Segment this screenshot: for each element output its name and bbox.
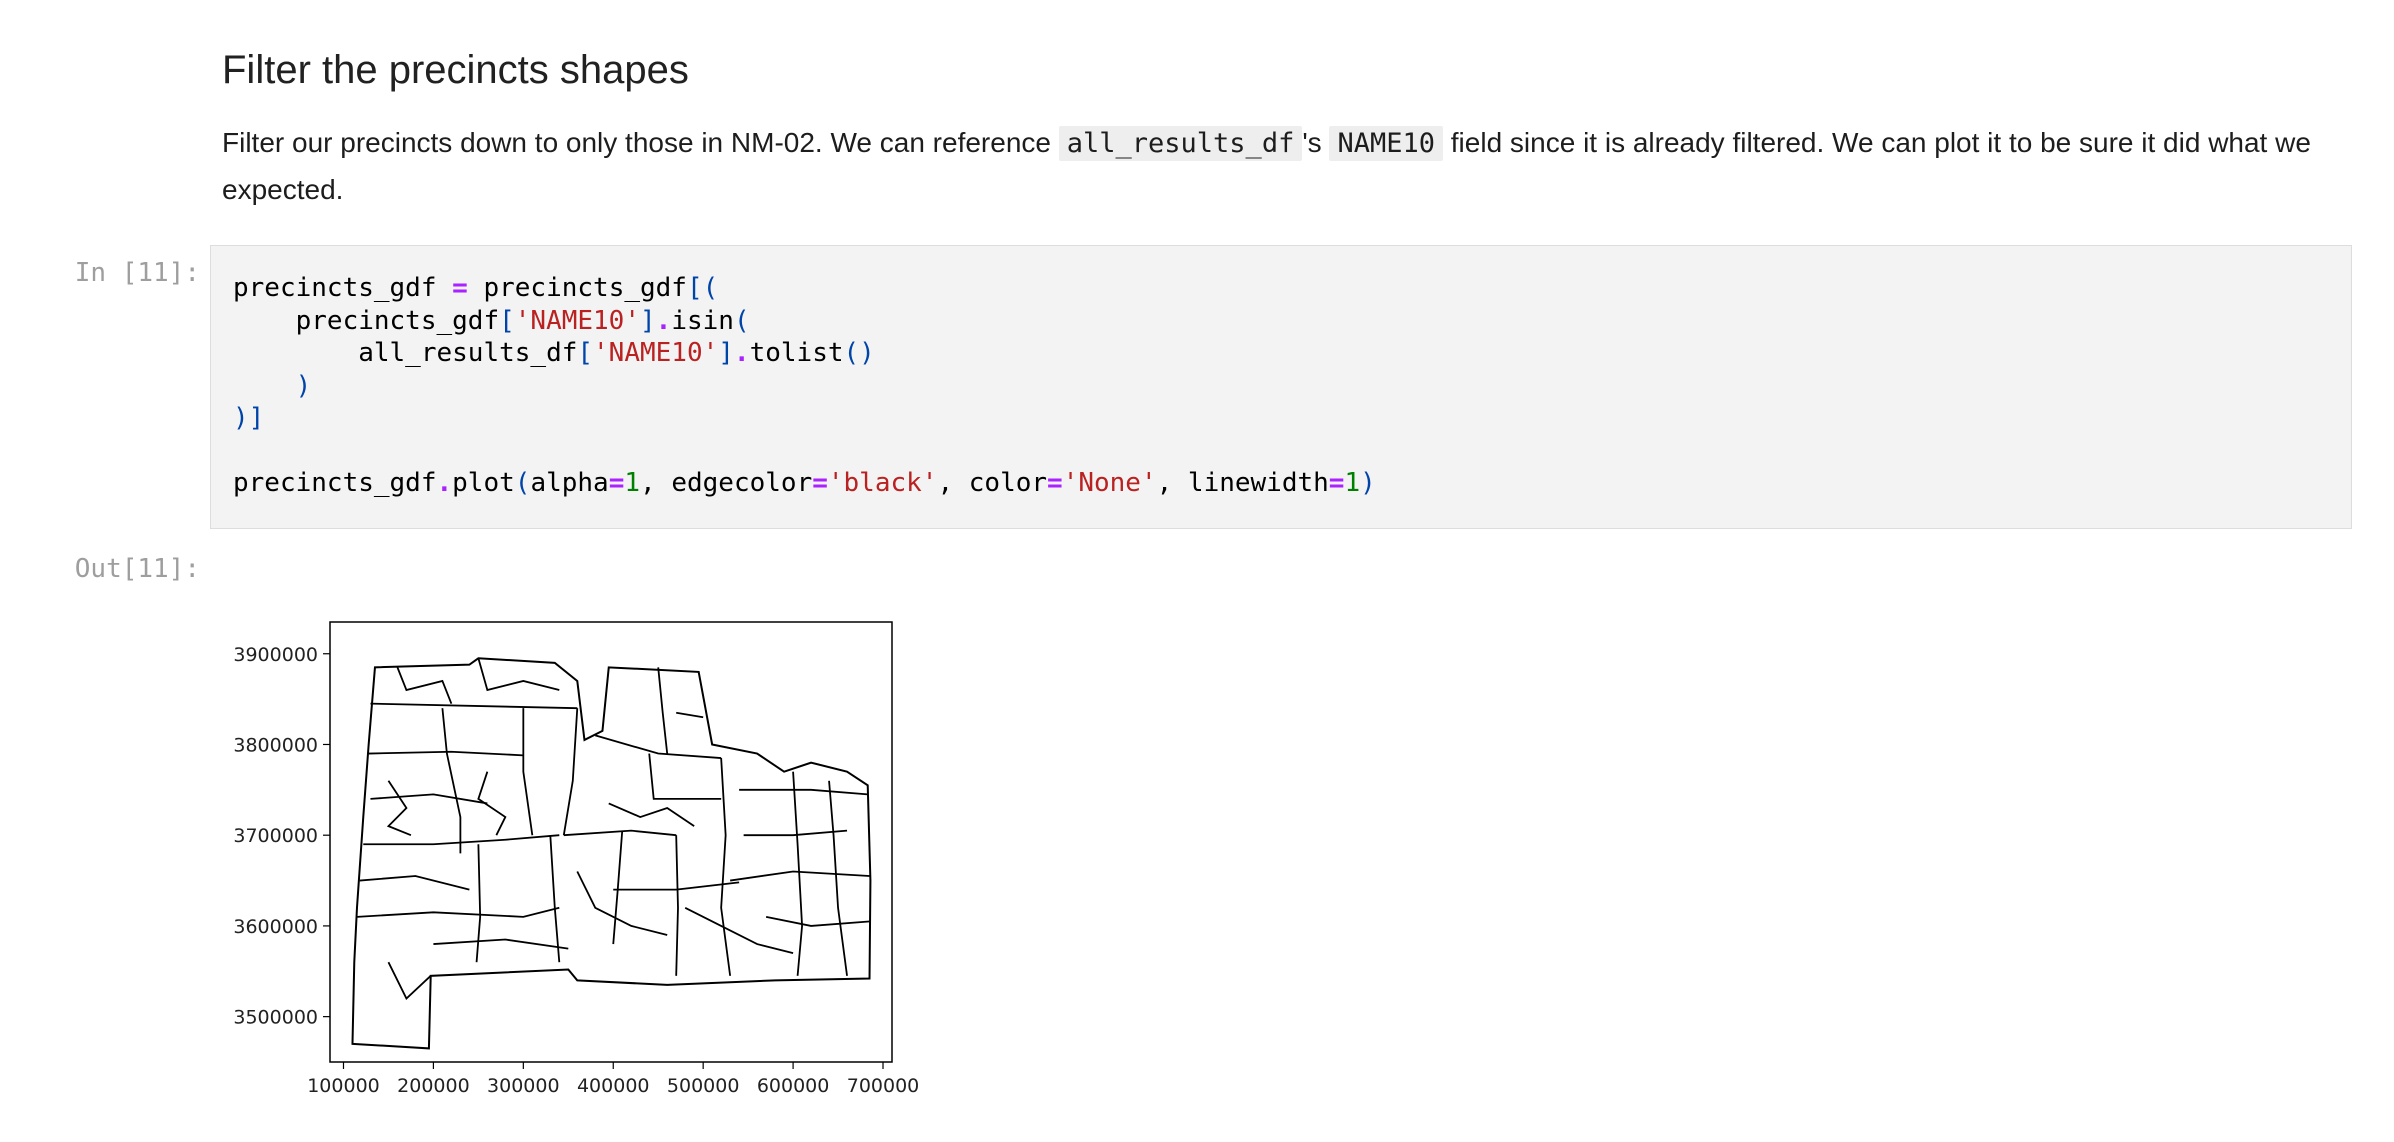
precinct-boundary xyxy=(563,829,677,837)
notebook: Filter the precincts shapes Filter our p… xyxy=(0,0,2394,1142)
markdown-cell[interactable]: Filter the precincts shapes Filter our p… xyxy=(222,40,2332,213)
x-tick-label: 300000 xyxy=(487,1075,560,1097)
precinct-boundary xyxy=(522,708,534,836)
precinct-boundary xyxy=(676,711,704,719)
inline-code-name10: NAME10 xyxy=(1329,126,1443,161)
precinct-boundary xyxy=(739,788,868,796)
precinct-boundary xyxy=(370,702,578,710)
y-tick-label: 3500000 xyxy=(233,1007,318,1029)
precinct-boundary xyxy=(433,938,569,950)
precinct-boundaries xyxy=(351,657,872,1050)
x-tick-label: 400000 xyxy=(577,1075,650,1097)
precinct-boundary xyxy=(613,881,740,891)
y-tick-label: 3800000 xyxy=(233,734,318,756)
precinct-boundary xyxy=(608,802,695,827)
precinct-boundary xyxy=(684,906,794,955)
markdown-paragraph: Filter our precincts down to only those … xyxy=(222,120,2332,213)
y-tick-label: 3700000 xyxy=(233,825,318,847)
precinct-boundary xyxy=(743,829,848,837)
precinct-boundary xyxy=(356,906,560,918)
precinct-boundary xyxy=(657,667,669,754)
precinct-boundary xyxy=(675,835,679,976)
x-tick-label: 600000 xyxy=(757,1075,830,1097)
precinct-boundary xyxy=(387,961,432,1000)
output-prompt: Out[11]: xyxy=(74,554,200,584)
precinct-boundary xyxy=(562,708,579,836)
precinct-boundary xyxy=(765,915,871,927)
x-tick-label: 700000 xyxy=(847,1075,920,1097)
input-prompt: In [11]: xyxy=(74,258,200,288)
precinct-boundary xyxy=(549,835,561,963)
x-tick-label: 100000 xyxy=(307,1075,380,1097)
paragraph-text-mid: 's xyxy=(1302,127,1330,158)
precinct-boundary xyxy=(396,667,453,704)
x-tick-label: 500000 xyxy=(667,1075,740,1097)
inline-code-all-results-df: all_results_df xyxy=(1058,126,1303,161)
code-editor[interactable]: precincts_gdf = precincts_gdf[( precinct… xyxy=(210,245,2352,529)
precincts-map-plot: 100000 200000 300000 400000 500000 600000 7000… xyxy=(233,621,920,1097)
x-tick-label: 200000 xyxy=(397,1075,470,1097)
precinct-boundary xyxy=(475,844,482,963)
precinct-boundary xyxy=(595,734,722,759)
precinct-boundary xyxy=(720,758,732,976)
precinct-boundary xyxy=(370,793,488,805)
district-outline xyxy=(351,657,872,1050)
precinct-boundary xyxy=(576,871,668,936)
precinct-boundary xyxy=(359,875,470,891)
paragraph-text-before: Filter our precincts down to only those … xyxy=(222,127,1059,158)
code-text[interactable]: precincts_gdf = precincts_gdf[( precinct… xyxy=(211,246,2351,526)
precinct-boundary xyxy=(441,708,462,854)
precinct-boundary xyxy=(386,780,412,837)
plot-output: 100000 200000 300000 400000 500000 600000 7000… xyxy=(210,600,930,1100)
precinct-boundary xyxy=(828,780,848,976)
precinct-boundary xyxy=(792,771,803,976)
y-tick-label: 3600000 xyxy=(233,916,318,938)
precinct-boundary xyxy=(648,753,722,800)
section-heading: Filter the precincts shapes xyxy=(222,48,689,92)
y-tick-label: 3900000 xyxy=(233,644,318,666)
precinct-boundary xyxy=(612,830,624,945)
